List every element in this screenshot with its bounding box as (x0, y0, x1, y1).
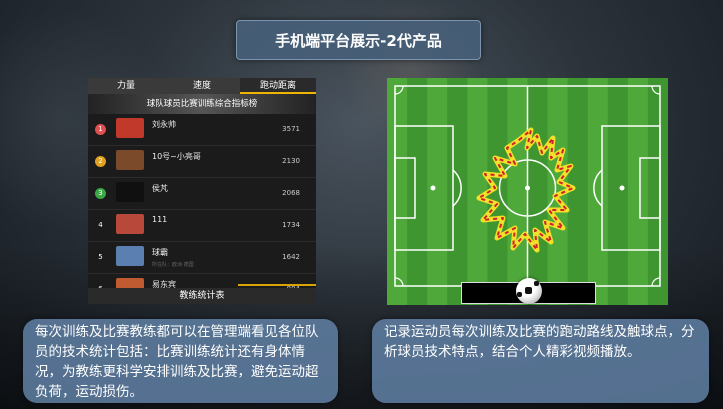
grass-stripe (427, 78, 448, 305)
player-distance-value: 1734 (282, 221, 300, 229)
rank-badge: 1 (95, 124, 106, 135)
tab-running-distance[interactable]: 跑动距离 (240, 78, 316, 94)
grass-stripe (387, 78, 408, 305)
leaderboard-row[interactable]: 4 111 1734 (88, 210, 316, 242)
leaderboard-title: 球队球员比赛训练综合指标榜 (88, 94, 316, 114)
ball-patch (517, 292, 522, 297)
rank-badge: 3 (95, 188, 106, 199)
metric-tabs: 力量 速度 跑动距离 (88, 78, 316, 94)
player-name: 侯芃 (152, 184, 168, 193)
pitch-track-view (387, 78, 668, 305)
left-penalty-spot (430, 185, 436, 191)
tab-speed[interactable]: 速度 (164, 78, 240, 94)
rank-badge: 5 (98, 253, 103, 261)
player-name: 111 (152, 215, 168, 224)
footer-accent (238, 284, 316, 286)
grass-stripe (627, 78, 649, 305)
ball-patch (534, 281, 539, 286)
avatar (116, 150, 144, 170)
player-name: 10号~小亮哥 (152, 152, 201, 161)
center-spot (525, 185, 530, 191)
rank-badge: 2 (95, 156, 106, 167)
leaderboard-row[interactable]: 5 球霸所在队：欧洲 德国 1642 (88, 242, 316, 274)
page-title: 手机端平台展示-2代产品 (236, 20, 481, 60)
tab-strength[interactable]: 力量 (88, 78, 164, 94)
leaderboard-row[interactable]: 1 刘永帅 3571 (88, 114, 316, 146)
grass-stripe (407, 78, 428, 305)
grass-stripe (447, 78, 468, 305)
avatar (116, 182, 144, 202)
coach-stats-footer[interactable]: 教练统计表 (88, 288, 316, 304)
avatar (116, 214, 144, 234)
player-distance-value: 2130 (282, 157, 300, 165)
football-pitch (387, 78, 668, 305)
player-team: 所在队：欧洲 德国 (152, 262, 194, 268)
player-name: 刘永帅 (152, 120, 176, 129)
player-name: 球霸 (152, 248, 168, 257)
grass-stripe (527, 78, 549, 305)
grass-stripe (607, 78, 629, 305)
caption-coach-stats: 每次训练及比赛教练都可以在管理端看见各位队员的技术统计包括：比赛训练统计还有身体… (23, 319, 338, 403)
right-penalty-spot (619, 185, 625, 191)
leaderboard-row[interactable]: 3 侯芃 2068 (88, 178, 316, 210)
avatar (116, 246, 144, 266)
ball-patch (525, 287, 532, 294)
grass-stripe (507, 78, 528, 305)
grass-stripe (647, 78, 668, 305)
player-distance-value: 1642 (282, 253, 300, 261)
football-icon (516, 278, 542, 304)
leaderboard-row[interactable]: 2 10号~小亮哥 2130 (88, 146, 316, 178)
player-distance-value: 3571 (282, 125, 300, 133)
phone-screen: 力量 速度 跑动距离 球队球员比赛训练综合指标榜 1 刘永帅 3571 2 10号~小亮… (88, 78, 316, 304)
grass-stripe (587, 78, 609, 305)
leaderboard-list: 1 刘永帅 3571 2 10号~小亮哥 2130 3 侯芃 2068 4 111 1734 5 球霸所在… (88, 114, 316, 304)
rank-badge: 4 (98, 221, 103, 229)
caption-track-analysis: 记录运动员每次训练及比赛的跑动路线及触球点，分析球员技术特点，结合个人精彩视频播… (372, 319, 709, 403)
avatar (116, 118, 144, 138)
player-distance-value: 2068 (282, 189, 300, 197)
